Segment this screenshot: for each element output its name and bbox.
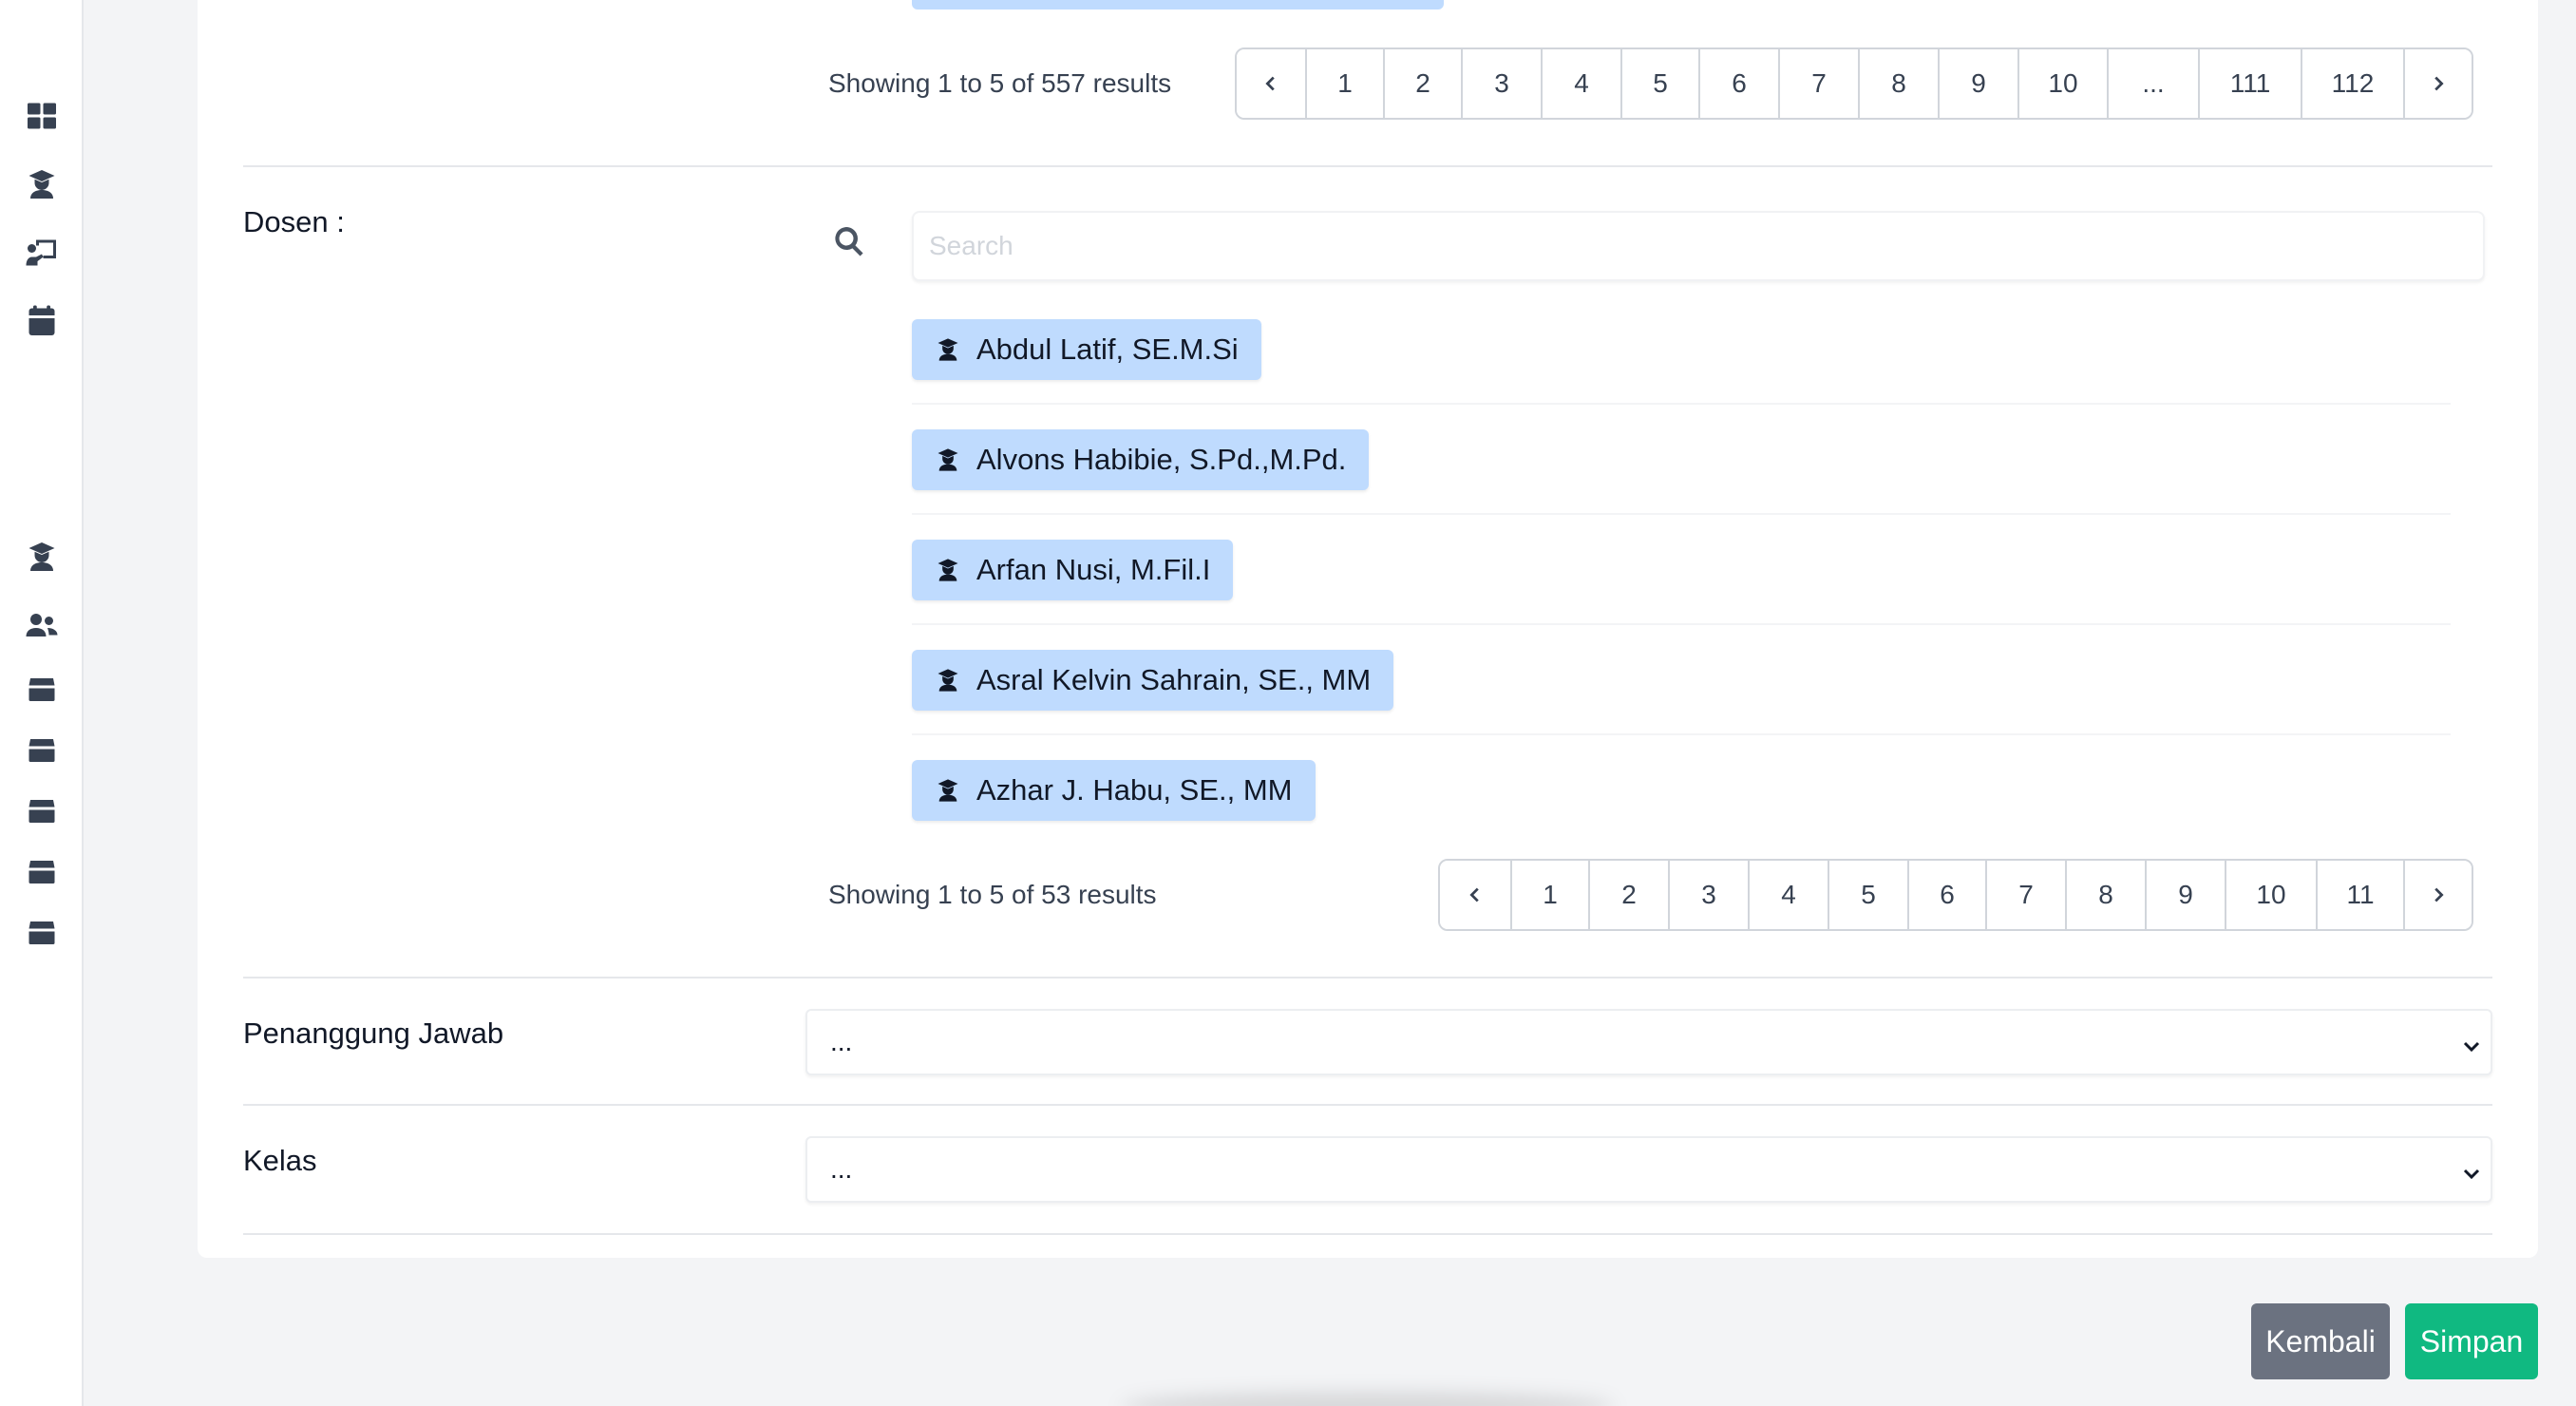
selected-item-tag-partial[interactable] [912,0,1444,10]
divider [243,977,2492,978]
box-icon[interactable] [23,914,61,952]
dosen-name: Abdul Latif, SE.M.Si [976,332,1239,366]
page-button[interactable]: 4 [1541,49,1620,118]
page-button[interactable]: 10 [2017,49,2107,118]
page-button[interactable]: 5 [1828,861,1907,929]
dosen-label: Dosen : [243,205,345,238]
floating-element-shadow [1121,1393,1615,1406]
page-button[interactable]: 10 [2225,861,2316,929]
next-page-button[interactable] [2403,861,2472,929]
page-button[interactable]: 8 [2065,861,2145,929]
dosen-name: Arfan Nusi, M.Fil.I [976,553,1211,586]
dosen-item[interactable]: Asral Kelvin Sahrain, SE., MM [912,650,1394,711]
chevron-down-icon [2460,1034,2483,1056]
divider [243,1104,2492,1106]
dosen-item[interactable]: Azhar J. Habu, SE., MM [912,760,1316,821]
page-button[interactable]: 3 [1461,49,1541,118]
form-card: Showing 1 to 5 of 557 results 1 2 3 4 5 … [198,0,2538,1258]
box-icon[interactable] [23,792,61,830]
page-button[interactable]: 6 [1907,861,1985,929]
graduate-icon [935,777,961,804]
page-button[interactable]: 9 [1938,49,2017,118]
back-button[interactable]: Kembali [2251,1303,2390,1379]
page-button[interactable]: 11 [2316,861,2403,929]
sidebar [0,0,84,1406]
box-icon[interactable] [23,732,61,770]
page-button[interactable]: 9 [2145,861,2225,929]
dosen-name: Azhar J. Habu, SE., MM [976,773,1293,807]
page-button[interactable]: 3 [1668,861,1748,929]
divider [912,733,2451,735]
page-button[interactable]: 112 [2301,49,2403,118]
prev-page-button[interactable] [1237,49,1305,118]
graduate-icon[interactable] [23,165,61,203]
divider [243,165,2492,167]
box-icon[interactable] [23,853,61,891]
divider [912,623,2451,625]
users-icon[interactable] [23,606,61,644]
page-button[interactable]: 1 [1305,49,1383,118]
graduate-icon[interactable] [23,538,61,576]
divider [912,403,2451,405]
graduate-icon [935,446,961,473]
search-icon [832,224,870,262]
prev-page-button[interactable] [1440,861,1510,929]
save-button[interactable]: Simpan [2405,1303,2538,1379]
page-ellipsis: ... [2107,49,2198,118]
page-button[interactable]: 1 [1510,861,1588,929]
pagination: 1 2 3 4 5 6 7 8 9 10 11 [1438,859,2473,931]
select-value: ... [830,1154,853,1184]
kelas-label: Kelas [243,1144,317,1177]
dosen-item[interactable]: Abdul Latif, SE.M.Si [912,319,1261,380]
next-page-button[interactable] [2403,49,2472,118]
pagination: 1 2 3 4 5 6 7 8 9 10 ... 111 112 [1235,48,2473,120]
dosen-item[interactable]: Arfan Nusi, M.Fil.I [912,540,1234,600]
page-button[interactable]: 8 [1858,49,1938,118]
penanggung-jawab-label: Penanggung Jawab [243,1016,504,1050]
pagination-summary: Showing 1 to 5 of 557 results [828,68,1172,98]
chevron-down-icon [2460,1161,2483,1184]
penanggung-jawab-select[interactable]: ... [805,1009,2492,1075]
divider [243,1233,2492,1235]
graduate-icon [935,336,961,363]
page-button[interactable]: 2 [1383,49,1461,118]
divider [912,513,2451,515]
chalkboard-teacher-icon[interactable] [23,234,61,272]
page-button[interactable]: 4 [1748,861,1828,929]
page-button[interactable]: 6 [1698,49,1778,118]
page-button[interactable]: 5 [1620,49,1698,118]
page-button[interactable]: 7 [1778,49,1858,118]
select-value: ... [830,1027,853,1056]
page-button[interactable]: 111 [2198,49,2301,118]
graduate-icon [935,557,961,583]
dosen-search-input[interactable] [912,211,2485,281]
page-button[interactable]: 7 [1985,861,2065,929]
page-button[interactable]: 2 [1588,861,1668,929]
dashboard-icon[interactable] [23,97,61,135]
dosen-item[interactable]: Alvons Habibie, S.Pd.,M.Pd. [912,429,1370,490]
box-icon[interactable] [23,671,61,709]
graduate-icon [935,667,961,694]
dosen-name: Asral Kelvin Sahrain, SE., MM [976,663,1372,696]
dosen-name: Alvons Habibie, S.Pd.,M.Pd. [976,443,1347,476]
kelas-select[interactable]: ... [805,1136,2492,1203]
calendar-icon[interactable] [23,302,61,340]
pagination-summary: Showing 1 to 5 of 53 results [828,880,1157,909]
